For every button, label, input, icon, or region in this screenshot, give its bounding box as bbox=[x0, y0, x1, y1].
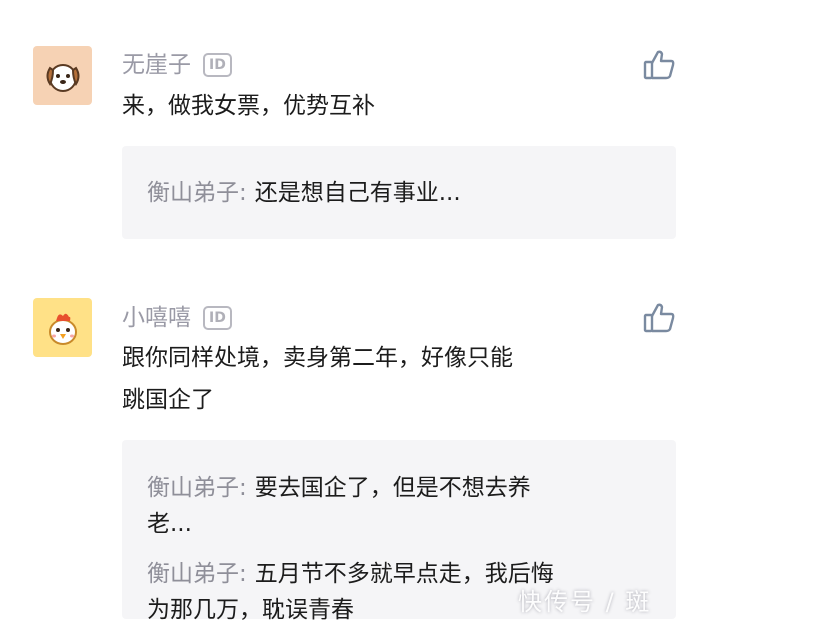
reply-colon: : bbox=[239, 561, 247, 587]
thumbs-up-icon[interactable] bbox=[642, 48, 676, 82]
avatar[interactable] bbox=[33, 46, 92, 105]
id-badge: ID bbox=[203, 306, 232, 330]
comment-text-line: 跟你同样处境，卖身第二年，好像只能 bbox=[122, 345, 513, 371]
comment-text-line: 来，做我女票，优势互补 bbox=[122, 93, 375, 119]
reply-text: 五月节不多就早点走，我后悔 bbox=[254, 561, 554, 587]
reply-text: 要去国企了，但是不想去养 bbox=[254, 475, 531, 501]
reply-text: 老... bbox=[147, 511, 192, 537]
reply-colon: : bbox=[239, 180, 247, 206]
avatar[interactable] bbox=[33, 298, 92, 357]
reply-text: 还是想自己有事业... bbox=[254, 180, 461, 206]
thumbs-up-icon[interactable] bbox=[642, 301, 676, 335]
username[interactable]: 小嘻嘻 ID bbox=[122, 303, 232, 333]
reply-author[interactable]: 衡山弟子 bbox=[147, 561, 239, 587]
reply-item[interactable]: 衡山弟子: 要去国企了，但是不想去养 老... bbox=[147, 470, 656, 542]
reply-author[interactable]: 衡山弟子 bbox=[147, 475, 239, 501]
watermark: 快传号 / 斑 bbox=[518, 588, 652, 616]
comment-text: 来，做我女票，优势互补 bbox=[122, 85, 642, 127]
comment-text-line: 跳国企了 bbox=[122, 387, 214, 413]
comment-text: 跟你同样处境，卖身第二年，好像只能 跳国企了 bbox=[122, 337, 642, 421]
username-label[interactable]: 小嘻嘻 bbox=[122, 303, 191, 333]
reply-author[interactable]: 衡山弟子 bbox=[147, 180, 239, 206]
dog-avatar-icon bbox=[46, 63, 79, 92]
username[interactable]: 无崖子 ID bbox=[122, 50, 232, 80]
reply-item[interactable]: 衡山弟子: 还是想自己有事业... bbox=[147, 175, 656, 211]
chicken-avatar-icon bbox=[48, 313, 77, 345]
id-badge: ID bbox=[203, 53, 232, 77]
reply-box[interactable]: 衡山弟子: 还是想自己有事业... bbox=[122, 146, 676, 239]
reply-colon: : bbox=[239, 475, 247, 501]
username-label[interactable]: 无崖子 bbox=[122, 50, 191, 80]
